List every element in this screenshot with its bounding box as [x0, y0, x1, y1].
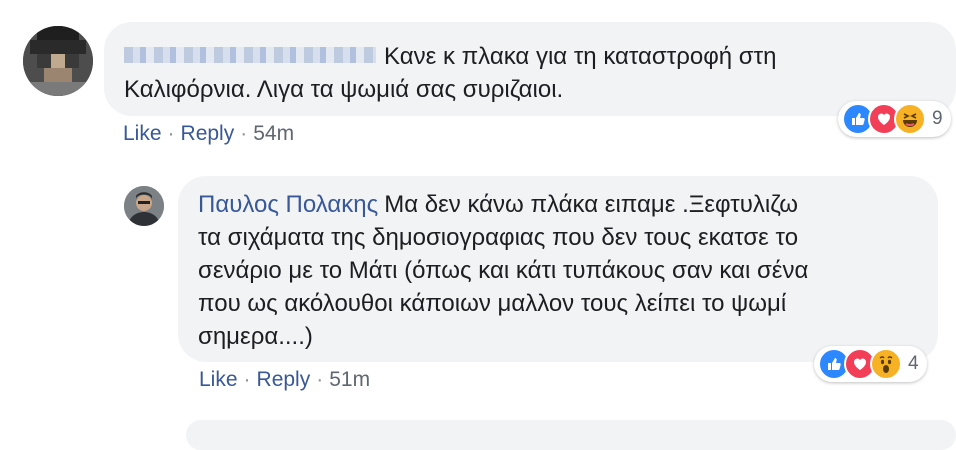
reply-bubble: Παυλος Πολακης Μα δεν κάνω πλάκα ειπαμε .… — [178, 176, 938, 362]
blurred-author-name[interactable] — [124, 46, 376, 63]
reaction-summary[interactable]: 9 — [838, 101, 951, 137]
haha-icon — [894, 103, 926, 135]
separator: · — [316, 368, 324, 391]
comment-actions: Like · Reply · 54m — [123, 122, 294, 146]
reaction-count: 4 — [908, 353, 919, 374]
comment-bubble: Κανε κ πλακα για τη καταστροφή στη Καλιφ… — [104, 22, 956, 116]
timestamp[interactable]: 54m — [253, 122, 294, 145]
author-name-link[interactable]: Παυλος Πολακης — [198, 191, 378, 218]
reply-actions: Like · Reply · 51m — [199, 368, 370, 392]
reply-text-line-2: τα σιχάματα της δημοσιογραφιας που δεν τ… — [198, 224, 799, 251]
author-avatar[interactable] — [124, 186, 164, 226]
reply-text-line-3: σενάριο με το Μάτι (όπως και κάτι τυπάκο… — [198, 257, 809, 284]
reply-text-line-5: σημερα....) — [198, 323, 313, 350]
reaction-count: 9 — [932, 108, 943, 129]
separator: · — [240, 122, 248, 145]
comment-text-line-2: Καλιφόρνια. Λιγα τα ψωμιά σας συριζαιοι. — [124, 76, 564, 103]
reply-link[interactable]: Reply — [257, 368, 311, 391]
reply-text-line-4: που ως ακόλουθοι κάποιων μαλλον τους λεί… — [198, 290, 787, 317]
timestamp[interactable]: 51m — [329, 368, 370, 391]
reply-link[interactable]: Reply — [181, 122, 235, 145]
pixelated-avatar-image — [23, 26, 93, 96]
wow-icon — [870, 348, 902, 380]
like-link[interactable]: Like — [123, 122, 162, 145]
commenter-avatar-pixelated[interactable] — [23, 26, 93, 96]
like-link[interactable]: Like — [199, 368, 238, 391]
reaction-summary[interactable]: 4 — [814, 346, 927, 382]
comment-text-line-1: Κανε κ πλακα για τη καταστροφή στη — [384, 43, 777, 70]
reply-text-line-1: Μα δεν κάνω πλάκα ειπαμε .Ξεφτυλιζω — [384, 191, 798, 218]
next-comment-bubble — [186, 420, 956, 450]
separator: · — [243, 368, 251, 391]
author-photo — [124, 186, 164, 226]
separator: · — [167, 122, 175, 145]
